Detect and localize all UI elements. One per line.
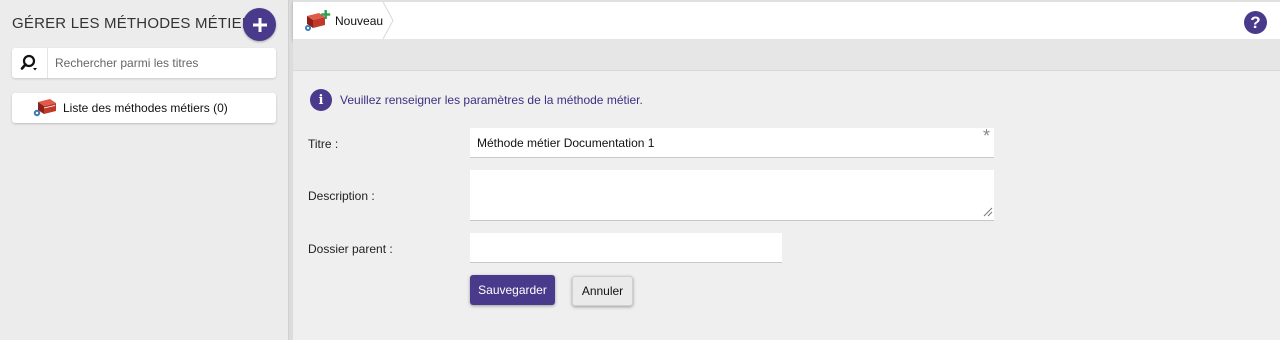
title-field[interactable]: [470, 128, 994, 158]
cancel-button[interactable]: Annuler: [572, 276, 633, 306]
toolbar-strip: [293, 39, 1280, 71]
help-icon[interactable]: ?: [1244, 11, 1267, 34]
save-button[interactable]: Sauvegarder: [470, 275, 555, 305]
main-panel: Nouveau ? i Veuillez renseigner les para…: [293, 0, 1280, 340]
description-label: Description :: [308, 189, 375, 203]
parent-folder-field[interactable]: [470, 233, 782, 263]
add-method-button[interactable]: [243, 8, 276, 41]
required-marker: *: [983, 126, 991, 146]
sidebar: GÉRER LES MÉTHODES MÉTIER Liste des méth…: [0, 0, 288, 340]
tab-label: Nouveau: [335, 13, 384, 28]
info-message: i Veuillez renseigner les paramètres de …: [310, 89, 643, 111]
parent-folder-label: Dossier parent :: [308, 242, 393, 256]
plus-icon: [252, 17, 267, 32]
book-add-icon: [305, 9, 331, 31]
tab-nouveau[interactable]: Nouveau: [293, 2, 393, 39]
tab-bar: Nouveau ?: [293, 0, 1280, 39]
info-icon: i: [310, 89, 332, 111]
resize-grip-icon[interactable]: [983, 207, 993, 217]
info-text: Veuillez renseigner les paramètres de la…: [340, 93, 643, 107]
book-gear-icon: [33, 99, 56, 117]
title-label: Titre :: [308, 137, 339, 151]
sidebar-item-method-list[interactable]: Liste des méthodes métiers (0): [12, 93, 276, 123]
search-box: [12, 48, 276, 78]
search-input[interactable]: [48, 49, 268, 77]
tab-separator: [383, 2, 394, 39]
sidebar-title: GÉRER LES MÉTHODES MÉTIER: [12, 15, 253, 32]
description-field[interactable]: [470, 170, 994, 221]
sidebar-item-label: Liste des méthodes métiers (0): [63, 101, 228, 115]
search-icon[interactable]: [12, 48, 48, 78]
